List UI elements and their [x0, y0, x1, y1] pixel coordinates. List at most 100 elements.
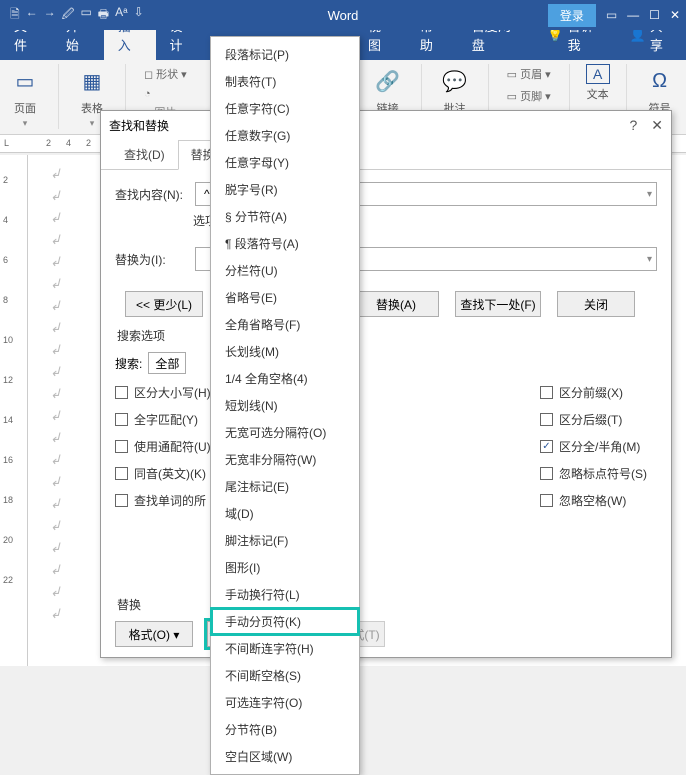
menu-item[interactable]: 不间断连字符(H) [211, 635, 359, 662]
smartart-icon: ◔ [144, 88, 151, 100]
qat-icon[interactable]: 🖶 [98, 5, 109, 26]
table-icon: ▦ [75, 64, 109, 98]
ruler-tick: 22 [3, 575, 13, 585]
check-prefix[interactable]: 区分前缀(X) [540, 384, 647, 401]
textbox-icon: A [586, 64, 610, 84]
menu-item[interactable]: 制表符(T) [211, 68, 359, 95]
replace-all-button[interactable]: 替换(A) [353, 291, 439, 317]
chevron-down-icon[interactable]: ▾ [647, 254, 652, 265]
menu-item[interactable]: 段落标记(P) [211, 41, 359, 68]
replace-group-title: 替换 [117, 596, 657, 613]
search-checkboxes: 区分大小写(H) 全字匹配(Y) 使用通配符(U) 同音(英文)(K) 查找单词… [115, 384, 657, 509]
check-word-forms[interactable]: 查找单词的所 [115, 492, 211, 509]
menu-item[interactable]: 分节符(B) [211, 716, 359, 743]
ruler-tick: 12 [3, 375, 13, 385]
quick-access-toolbar: 🗎 ← → 🖉 ▭ 🖶 Aᵃ ⇩ [0, 5, 144, 26]
format-button[interactable]: 格式(O) ▾ [115, 621, 193, 647]
menu-item-manual-page-break[interactable]: 手动分页符(K) [211, 608, 359, 635]
menu-item[interactable]: 分栏符(U) [211, 257, 359, 284]
check-label: 区分前缀(X) [559, 384, 623, 401]
header-button[interactable]: ▭页眉 ▾ [505, 64, 553, 84]
dialog-close-icon[interactable]: ✕ [651, 117, 663, 134]
ruler-tick: 18 [3, 495, 13, 505]
menu-item[interactable]: 短划线(N) [211, 392, 359, 419]
check-label: 忽略空格(W) [559, 492, 626, 509]
check-suffix[interactable]: 区分后缀(T) [540, 411, 647, 428]
qat-icon[interactable]: Aᵃ [115, 5, 127, 26]
menu-item[interactable]: § 分节符(A) [211, 203, 359, 230]
dialog-help-icon[interactable]: ? [629, 117, 637, 134]
check-ignore-space[interactable]: 忽略空格(W) [540, 492, 647, 509]
login-button[interactable]: 登录 [548, 4, 596, 27]
menu-item[interactable]: 不间断空格(S) [211, 662, 359, 689]
menu-item[interactable]: 尾注标记(E) [211, 473, 359, 500]
footer-button[interactable]: ▭页脚 ▾ [505, 86, 553, 106]
find-label: 查找内容(N): [115, 186, 189, 203]
qat-icon[interactable]: → [44, 5, 56, 26]
replace-label: 替换为(I): [115, 251, 189, 268]
ribbon-options-icon[interactable]: ▭ [606, 8, 617, 22]
ribbon-pages[interactable]: ▭ 页面 ▾ [8, 64, 42, 129]
less-button[interactable]: << 更少(L) [125, 291, 203, 317]
menu-item[interactable]: 可选连字符(O) [211, 689, 359, 716]
window-maximize-icon[interactable]: ☐ [649, 8, 660, 22]
special-menu: 段落标记(P) 制表符(T) 任意字符(C) 任意数字(G) 任意字母(Y) 脱… [210, 36, 360, 775]
ribbon-text[interactable]: A 文本 [586, 64, 610, 102]
dialog-footer: 替换 格式(O) ▾ 特殊格式(E) ▾ 不限定格式(T) [101, 590, 671, 647]
qat-icon[interactable]: ← [26, 5, 38, 26]
shapes-button[interactable]: ◻形状 ▾ [142, 64, 189, 84]
search-label: 搜索: [115, 355, 142, 372]
ribbon-headerfooter: ▭页眉 ▾ ▭页脚 ▾ [505, 64, 553, 106]
ribbon-symbol[interactable]: Ω 符号 [643, 64, 677, 116]
window-minimize-icon[interactable]: — [627, 8, 639, 22]
check-whole-word[interactable]: 全字匹配(Y) [115, 411, 211, 428]
ribbon-link[interactable]: 🔗 链接 [371, 64, 405, 116]
header-icon: ▭ [507, 68, 517, 81]
qat-icon[interactable]: 🖉 [62, 5, 75, 26]
menu-item[interactable]: 图形(I) [211, 554, 359, 581]
menu-item[interactable]: 任意字符(C) [211, 95, 359, 122]
check-ignore-punct[interactable]: 忽略标点符号(S) [540, 465, 647, 482]
menu-item[interactable]: 手动换行符(L) [211, 581, 359, 608]
smartart-button[interactable]: ◔ [142, 86, 153, 102]
check-label: 区分全/半角(M) [559, 438, 640, 455]
search-scope-value: 全部 [155, 355, 179, 372]
menu-item[interactable]: 省略号(E) [211, 284, 359, 311]
check-wildcards[interactable]: 使用通配符(U) [115, 438, 211, 455]
menu-item[interactable]: 1/4 全角空格(4) [211, 365, 359, 392]
dialog-titlebar[interactable]: 查找和替换 ? ✕ [101, 111, 671, 139]
find-next-button[interactable]: 查找下一处(F) [455, 291, 541, 317]
qat-icon[interactable]: ⇩ [134, 5, 144, 26]
page-icon: ▭ [8, 64, 42, 98]
menu-item[interactable]: 无宽非分隔符(W) [211, 446, 359, 473]
menu-item[interactable]: 域(D) [211, 500, 359, 527]
menu-item[interactable]: ¶ 段落符号(A) [211, 230, 359, 257]
menu-item[interactable]: 脱字号(R) [211, 176, 359, 203]
menu-item[interactable]: 长划线(M) [211, 338, 359, 365]
menu-item[interactable]: 任意字母(Y) [211, 149, 359, 176]
titlebar: 🗎 ← → 🖉 ▭ 🖶 Aᵃ ⇩ Word 登录 ▭ — ☐ ✕ [0, 0, 686, 30]
window-close-icon[interactable]: ✕ [670, 8, 680, 22]
search-options-title: 搜索选项 [117, 327, 657, 344]
check-sounds-like[interactable]: 同音(英文)(K) [115, 465, 211, 482]
close-button[interactable]: 关闭 [557, 291, 635, 317]
qat-icon[interactable]: 🗎 [10, 5, 20, 26]
dialog-body: 查找内容(N): ^m ▾ 选项: 区分 替换为(I): ▾ << 更少(L) … [101, 170, 671, 521]
footer-icon: ▭ [507, 90, 517, 103]
comment-icon: 💬 [438, 64, 472, 98]
check-fullhalf-width[interactable]: 区分全/半角(M) [540, 438, 647, 455]
menu-item[interactable]: 脚注标记(F) [211, 527, 359, 554]
menu-item[interactable]: 任意数字(G) [211, 122, 359, 149]
chevron-down-icon[interactable]: ▾ [647, 189, 652, 200]
ruler-tick: 6 [3, 255, 8, 265]
menu-item[interactable]: 全角省略号(F) [211, 311, 359, 338]
ribbon-comment[interactable]: 💬 批注 [438, 64, 472, 116]
ruler-tick: 10 [3, 335, 13, 345]
qat-icon[interactable]: ▭ [80, 5, 91, 26]
search-scope-dropdown[interactable]: 全部 [148, 352, 186, 374]
menu-item[interactable]: 空白区域(W) [211, 743, 359, 770]
vertical-ruler[interactable]: 2 4 6 8 10 12 14 16 18 20 22 [0, 155, 28, 666]
menu-item[interactable]: 无宽可选分隔符(O) [211, 419, 359, 446]
check-match-case[interactable]: 区分大小写(H) [115, 384, 211, 401]
tab-find[interactable]: 查找(D) [111, 140, 178, 170]
